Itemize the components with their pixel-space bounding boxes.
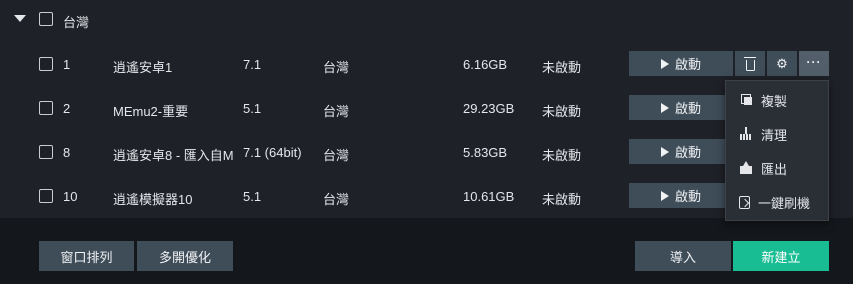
instance-size: 6.16GB xyxy=(463,57,508,72)
menu-item-label: 匯出 xyxy=(761,161,788,177)
instance-index: 10 xyxy=(63,189,78,204)
gear-icon: ⚙ xyxy=(776,56,788,71)
instance-index: 1 xyxy=(63,57,71,72)
instance-index: 8 xyxy=(63,145,71,160)
group-header[interactable]: 台灣 xyxy=(0,0,853,38)
window-arrange-button[interactable]: 窗口排列 xyxy=(39,241,134,271)
instance-status: 未啟動 xyxy=(542,60,582,75)
instance-region: 台灣 xyxy=(323,104,350,119)
instance-size: 10.61GB xyxy=(463,189,515,204)
start-button[interactable]: 啟動 xyxy=(629,51,733,76)
instance-size: 29.23GB xyxy=(463,101,515,116)
start-button[interactable]: 啟動 xyxy=(629,183,733,208)
instance-name: 逍遙安卓1 xyxy=(113,60,173,75)
play-icon xyxy=(660,58,669,69)
instance-region: 台灣 xyxy=(323,60,350,75)
play-icon xyxy=(660,190,669,201)
instance-status: 未啟動 xyxy=(542,192,582,207)
start-label: 啟動 xyxy=(674,145,701,160)
broom-icon xyxy=(739,127,753,141)
row-checkbox[interactable] xyxy=(39,189,53,203)
instance-region: 台灣 xyxy=(323,148,350,163)
instance-version: 5.1 xyxy=(243,101,262,116)
row-checkbox[interactable] xyxy=(39,57,53,71)
instance-name: MEmu2-重要 xyxy=(113,104,189,119)
copy-icon xyxy=(739,93,753,107)
instance-version: 7.1 xyxy=(243,57,262,72)
group-label: 台灣 xyxy=(63,15,90,30)
start-button[interactable]: 啟動 xyxy=(629,95,733,120)
instance-version: 7.1 (64bit) xyxy=(243,145,302,160)
instance-status: 未啟動 xyxy=(542,148,582,163)
instance-size: 5.83GB xyxy=(463,145,508,160)
new-instance-button[interactable]: 新建立 xyxy=(733,241,829,271)
menu-item-clean[interactable]: 清理 xyxy=(726,117,828,151)
start-label: 啟動 xyxy=(674,57,701,72)
more-context-menu: 複製 清理 匯出 一鍵刷機 xyxy=(725,80,829,221)
menu-item-label: 一鍵刷機 xyxy=(758,195,811,211)
play-icon xyxy=(660,102,669,113)
export-icon xyxy=(739,161,753,175)
instance-region: 台灣 xyxy=(323,192,350,207)
delete-button[interactable] xyxy=(735,51,765,76)
start-label: 啟動 xyxy=(674,189,701,204)
menu-item-label: 清理 xyxy=(761,127,788,143)
row-checkbox[interactable] xyxy=(39,145,53,159)
menu-item-flash[interactable]: 一鍵刷機 xyxy=(726,185,828,219)
play-icon xyxy=(660,146,669,157)
trash-icon xyxy=(743,56,756,71)
more-button[interactable]: ··· xyxy=(799,51,829,76)
settings-button[interactable]: ⚙ xyxy=(767,51,797,76)
menu-item-export[interactable]: 匯出 xyxy=(726,151,828,185)
start-button[interactable]: 啟動 xyxy=(629,139,733,164)
menu-item-copy[interactable]: 複製 xyxy=(726,83,828,117)
multi-instance-optimize-button[interactable]: 多開優化 xyxy=(137,241,233,271)
row-checkbox[interactable] xyxy=(39,101,53,115)
instance-name: 逍遙安卓8 - 匯入自M xyxy=(113,148,234,163)
collapse-caret-icon[interactable] xyxy=(14,15,26,22)
flash-icon xyxy=(739,195,750,209)
instance-version: 5.1 xyxy=(243,189,262,204)
instance-name: 逍遙模擬器10 xyxy=(113,192,193,207)
menu-item-label: 複製 xyxy=(761,93,788,109)
start-label: 啟動 xyxy=(674,101,701,116)
instance-status: 未啟動 xyxy=(542,104,582,119)
more-icon: ··· xyxy=(806,54,822,69)
group-select-checkbox[interactable] xyxy=(39,12,53,26)
instance-index: 2 xyxy=(63,101,71,116)
import-button[interactable]: 導入 xyxy=(635,241,731,271)
